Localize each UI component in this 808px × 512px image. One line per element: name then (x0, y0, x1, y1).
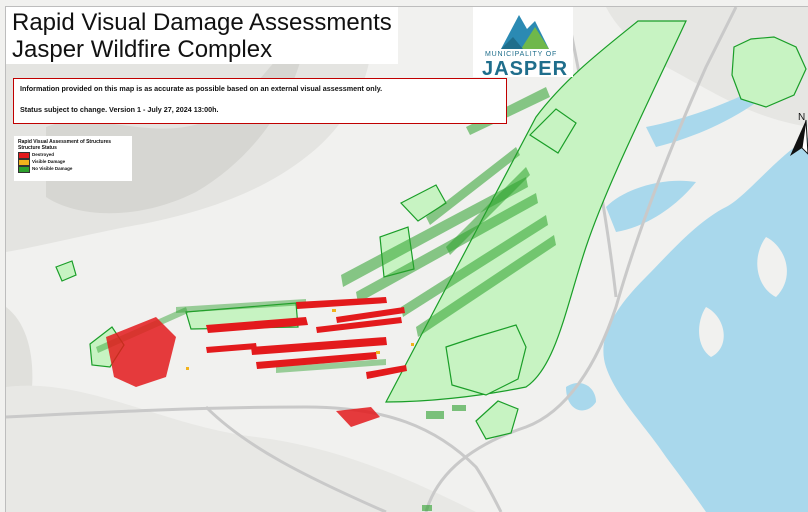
legend-swatch (18, 166, 30, 173)
municipality-logo: MUNICIPALITY OF JASPER (473, 7, 573, 80)
notice-line-1: Information provided on this map is as a… (20, 84, 383, 93)
legend-label: Destroyed (32, 152, 55, 157)
mountain-logo-icon (501, 15, 549, 49)
legend-subtitle: Structure Status (18, 145, 57, 151)
north-arrow: N (786, 112, 808, 162)
legend-swatch (18, 159, 30, 166)
logo-small-text: MUNICIPALITY OF (485, 51, 558, 58)
notice-box: Information provided on this map is as a… (13, 78, 507, 124)
legend-label: No Visible Damage (32, 166, 73, 171)
legend-swatch (18, 152, 30, 159)
legend-label: Visible Damage (32, 159, 66, 164)
map-legend: Rapid Visual Assessment of Structures St… (14, 136, 132, 181)
notice-line-2: Status subject to change. Version 1 - Ju… (20, 105, 219, 114)
title-line-1: Rapid Visual Damage Assessments (12, 9, 392, 36)
title-line-2: Jasper Wildfire Complex (12, 36, 273, 63)
north-arrow-icon (790, 119, 808, 156)
map-frame[interactable]: Rapid Visual Damage Assessments Jasper W… (5, 6, 808, 512)
map-title: Rapid Visual Damage Assessments Jasper W… (6, 7, 398, 64)
